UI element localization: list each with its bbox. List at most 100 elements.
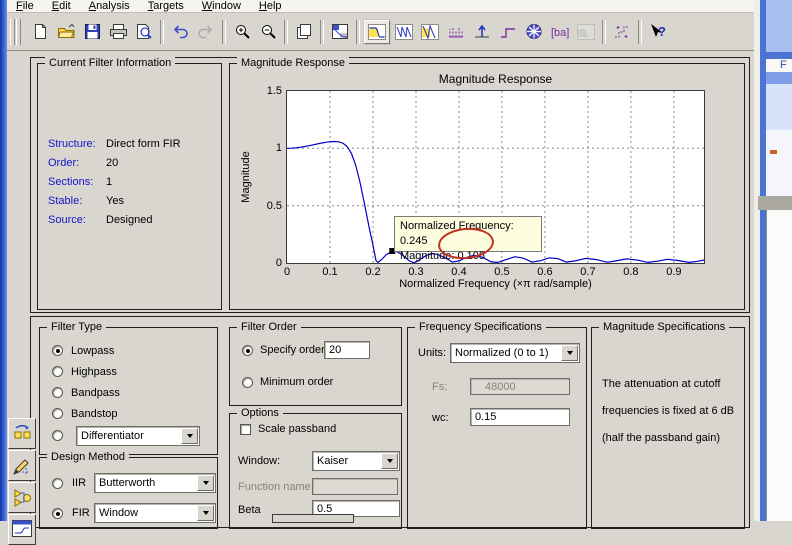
realize-model-button[interactable] [8,482,36,513]
units-dropdown[interactable]: Normalized (0 to 1) [450,343,580,363]
iir-method-dropdown[interactable]: Butterworth [94,473,216,493]
menu-bar: File Edit Analysis Targets Window Help [7,0,754,13]
bandstop-radio[interactable] [52,408,63,419]
special-filter-type-radio[interactable] [52,430,63,441]
panel-title: Magnitude Response [237,57,349,69]
dropdown-arrow-icon[interactable] [561,345,578,361]
highpass-radio[interactable] [52,366,63,377]
wc-input[interactable]: 0.15 [470,408,570,426]
filter-info-label: Source: [48,214,86,226]
toolbar-separator [284,19,288,44]
filter-info-row: Source: Designed [48,214,217,233]
zoom-in-icon[interactable] [230,21,254,43]
phase-response-icon[interactable] [392,21,416,43]
background-window-fragment [766,72,792,84]
impulse-response-icon[interactable] [470,21,494,43]
data-tip-magnitude: Magnitude: 0.105 [400,250,486,262]
print-icon[interactable] [106,21,130,43]
import-filter-button[interactable] [8,418,36,449]
scale-passband-checkbox[interactable] [240,424,251,435]
toolbar-buttons: [ba]? [27,18,671,45]
dropdown-arrow-icon[interactable] [197,475,214,491]
iir-label: IIR [72,477,87,489]
dropdown-value: Window [99,507,139,519]
window-dropdown[interactable]: Kaiser [312,451,400,471]
menu-window[interactable]: Window [193,0,250,12]
window-left-border [0,0,7,521]
panel-title: Magnitude Specifications [599,321,730,333]
dropdown-value: Differentiator [81,430,144,442]
step-response-icon[interactable] [496,21,520,43]
iir-radio[interactable] [52,478,63,489]
filter-specifications-icon[interactable] [328,21,352,43]
x-tick-label: 0.8 [623,266,639,278]
menu-file[interactable]: File [7,0,43,12]
minimum-order-radio[interactable] [242,377,253,388]
highpass-label: Highpass [71,365,117,378]
background-window-fragment [758,196,792,210]
help-icon[interactable]: ? [646,21,670,43]
dropdown-arrow-icon[interactable] [181,428,198,444]
magnitude-specs-line: frequencies is fixed at 6 dB [602,405,735,417]
panel-title: Current Filter Information [45,57,176,69]
filter-info-list: Structure: Direct form FIR Order: 20 Section… [48,138,217,233]
dropdown-arrow-icon[interactable] [197,505,214,521]
fir-method-dropdown[interactable]: Window [94,503,216,523]
fdatool-window: { "menu": {"items": ["File", "Edit", "An… [0,0,792,545]
new-file-icon[interactable] [28,21,52,43]
menu-help[interactable]: Help [250,0,291,12]
y-tick-label: 0.5 [266,199,282,212]
open-file-icon[interactable] [54,21,78,43]
print-to-figure-icon[interactable] [292,21,316,43]
x-tick-label: 0.7 [580,266,596,278]
lowpass-radio[interactable] [52,345,63,356]
magnitude-and-phase-icon[interactable] [418,21,442,43]
save-icon[interactable] [80,21,104,43]
background-window-fragment [766,0,792,52]
toolbar-grip[interactable] [10,18,15,45]
order-input[interactable]: 20 [324,341,370,359]
pole-zero-editor-button[interactable] [8,450,36,481]
function-name-label: Function name: [238,481,314,493]
zoom-out-icon[interactable] [256,21,280,43]
pole-zero-plot-icon[interactable] [522,21,546,43]
design-filter-button[interactable] [272,514,354,523]
toolbar-separator [320,19,324,44]
data-tip[interactable]: Normalized Frequency: 0.245 Magnitude: 0… [394,216,542,262]
toolbar-separator [222,19,226,44]
redo-icon [194,21,218,43]
y-axis-label: Magnitude [240,151,252,203]
specify-order-radio[interactable] [242,345,253,356]
print-preview-icon[interactable] [132,21,156,43]
undo-icon[interactable] [168,21,192,43]
toolbar-separator [356,19,360,44]
toolbar-grip[interactable] [16,18,21,45]
design-region: Filter Type Lowpass Highpass Bandpass Bands… [30,316,750,529]
filter-information-icon [574,21,598,43]
magnitude-specs-line: (half the passband gain) [602,432,721,444]
menu-edit[interactable]: Edit [43,0,80,12]
frequency-specifications-panel: Frequency Specifications Units: Normaliz… [407,321,587,529]
design-filter-button[interactable] [8,514,36,545]
filter-coefficients-icon[interactable]: [ba] [548,21,572,43]
wc-label: wc: [432,412,449,424]
magnitude-response-icon[interactable] [363,18,391,45]
filter-info-value: 1 [106,176,113,188]
panel-title: Filter Type [47,321,107,333]
analysis-region: Current Filter Information Structure: Dir… [30,57,750,313]
function-name-input [312,478,398,495]
dropdown-arrow-icon[interactable] [381,453,398,469]
filter-type-option: Bandpass [52,382,213,403]
menu-targets[interactable]: Targets [139,0,193,12]
group-delay-icon[interactable] [444,21,468,43]
options-panel: Options Scale passband Window: Kaiser Fu… [229,407,402,529]
filter-info-value: 20 [106,157,119,169]
dropdown-value: Kaiser [317,455,349,467]
x-tick-label: 0.6 [537,266,553,278]
filter-info-label: Order: [48,157,80,169]
bandpass-radio[interactable] [52,387,63,398]
set-quantization-icon[interactable] [610,21,634,43]
special-filter-type-dropdown[interactable]: Differentiator [76,426,200,446]
fir-radio[interactable] [52,508,63,519]
menu-analysis[interactable]: Analysis [80,0,139,12]
